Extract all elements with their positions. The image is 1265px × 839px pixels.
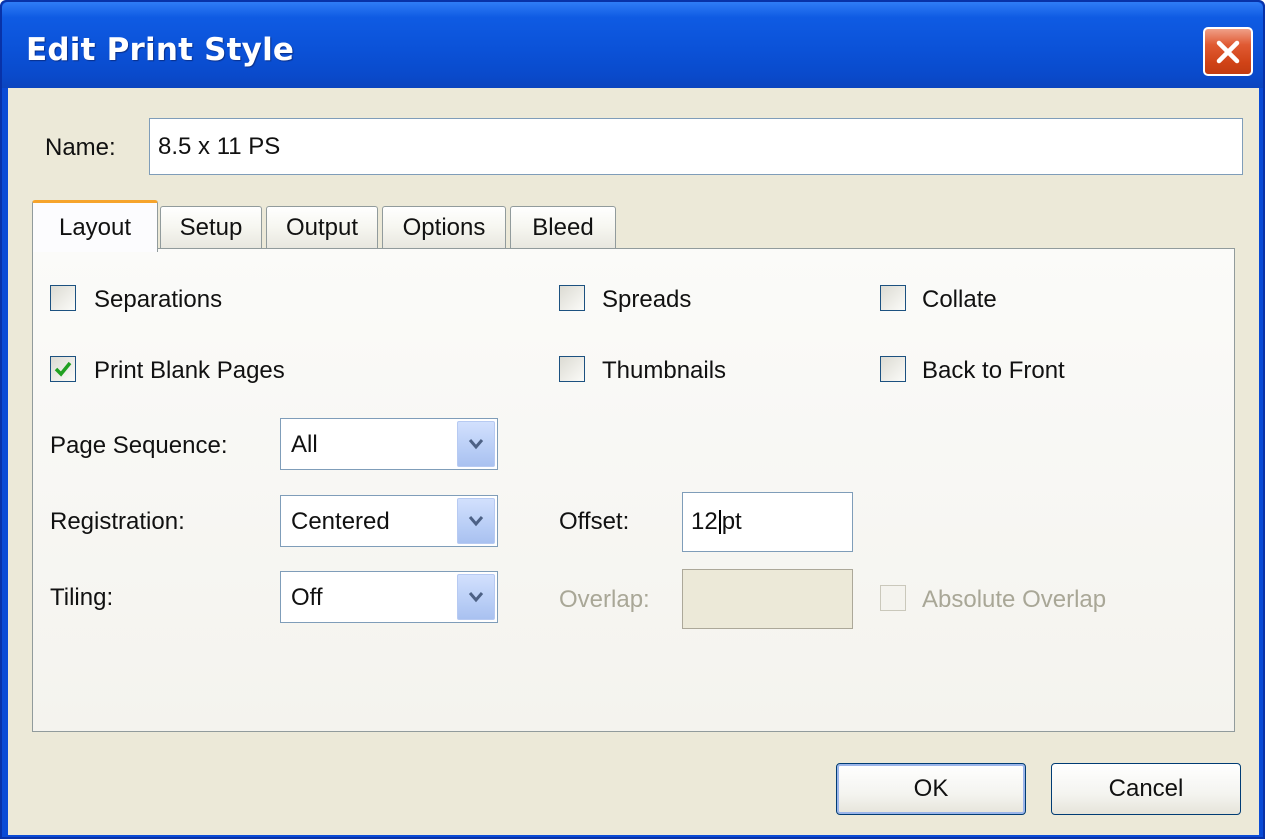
dialog-window: Edit Print Style Name: 8.5 x 11 PS Layou… [0,0,1265,839]
chevron-down-icon [468,592,484,603]
overlap-input [682,569,853,629]
text-caret [718,510,721,534]
name-label: Name: [45,134,116,161]
spreads-label: Spreads [602,286,692,313]
back-to-front-checkbox[interactable] [880,356,906,382]
thumbnails-label: Thumbnails [602,357,727,384]
cancel-button[interactable]: Cancel [1051,763,1241,815]
tab-options-label: Options [402,213,486,241]
collate-checkbox[interactable] [880,285,906,311]
registration-dropdown-button[interactable] [457,498,495,544]
cancel-button-label: Cancel [1108,775,1184,802]
chevron-down-icon [468,439,484,450]
tiling-label: Tiling: [50,584,114,611]
tab-setup-label: Setup [179,213,243,241]
layout-tab-panel [32,248,1235,732]
tiling-select[interactable]: Off [280,571,498,623]
title-bar[interactable]: Edit Print Style [2,2,1263,88]
checkmark-icon [54,361,72,377]
tab-options[interactable]: Options [382,206,506,248]
ok-button[interactable]: OK [836,763,1026,815]
separations-label: Separations [94,286,223,313]
absolute-overlap-checkbox [880,585,906,611]
registration-select[interactable]: Centered [280,495,498,547]
registration-label: Registration: [50,508,185,535]
tab-layout-label: Layout [58,213,132,241]
collate-label: Collate [922,286,997,313]
tab-bleed[interactable]: Bleed [510,206,616,248]
tiling-value: Off [291,584,323,611]
tab-layout[interactable]: Layout [32,200,158,252]
print-blank-pages-checkbox[interactable] [50,356,76,382]
page-sequence-dropdown-button[interactable] [457,421,495,467]
tiling-dropdown-button[interactable] [457,574,495,620]
dialog-body: Name: 8.5 x 11 PS Layout Setup Output Op… [8,88,1259,835]
offset-label: Offset: [559,508,630,535]
offset-value-unit: pt [721,508,742,535]
thumbnails-checkbox[interactable] [559,356,585,382]
page-sequence-label: Page Sequence: [50,432,228,459]
window-title: Edit Print Style [26,32,295,68]
page-sequence-select[interactable]: All [280,418,498,470]
chevron-down-icon [468,516,484,527]
offset-input[interactable]: 12 pt [682,492,853,552]
tab-bleed-label: Bleed [532,213,594,241]
name-value: 8.5 x 11 PS [158,132,281,160]
tab-output-label: Output [285,213,359,241]
tab-setup[interactable]: Setup [160,206,262,248]
ok-button-label: OK [913,775,949,802]
separations-checkbox[interactable] [50,285,76,311]
registration-value: Centered [291,508,390,535]
absolute-overlap-label: Absolute Overlap [922,586,1107,613]
overlap-label: Overlap: [559,586,650,613]
offset-value-number: 12 [691,508,718,535]
spreads-checkbox[interactable] [559,285,585,311]
back-to-front-label: Back to Front [922,357,1065,384]
close-button[interactable] [1203,27,1253,76]
close-x-icon [1216,40,1240,63]
name-input[interactable]: 8.5 x 11 PS [149,118,1243,175]
page-sequence-value: All [291,431,318,458]
print-blank-pages-label: Print Blank Pages [94,357,285,384]
tab-output[interactable]: Output [266,206,378,248]
